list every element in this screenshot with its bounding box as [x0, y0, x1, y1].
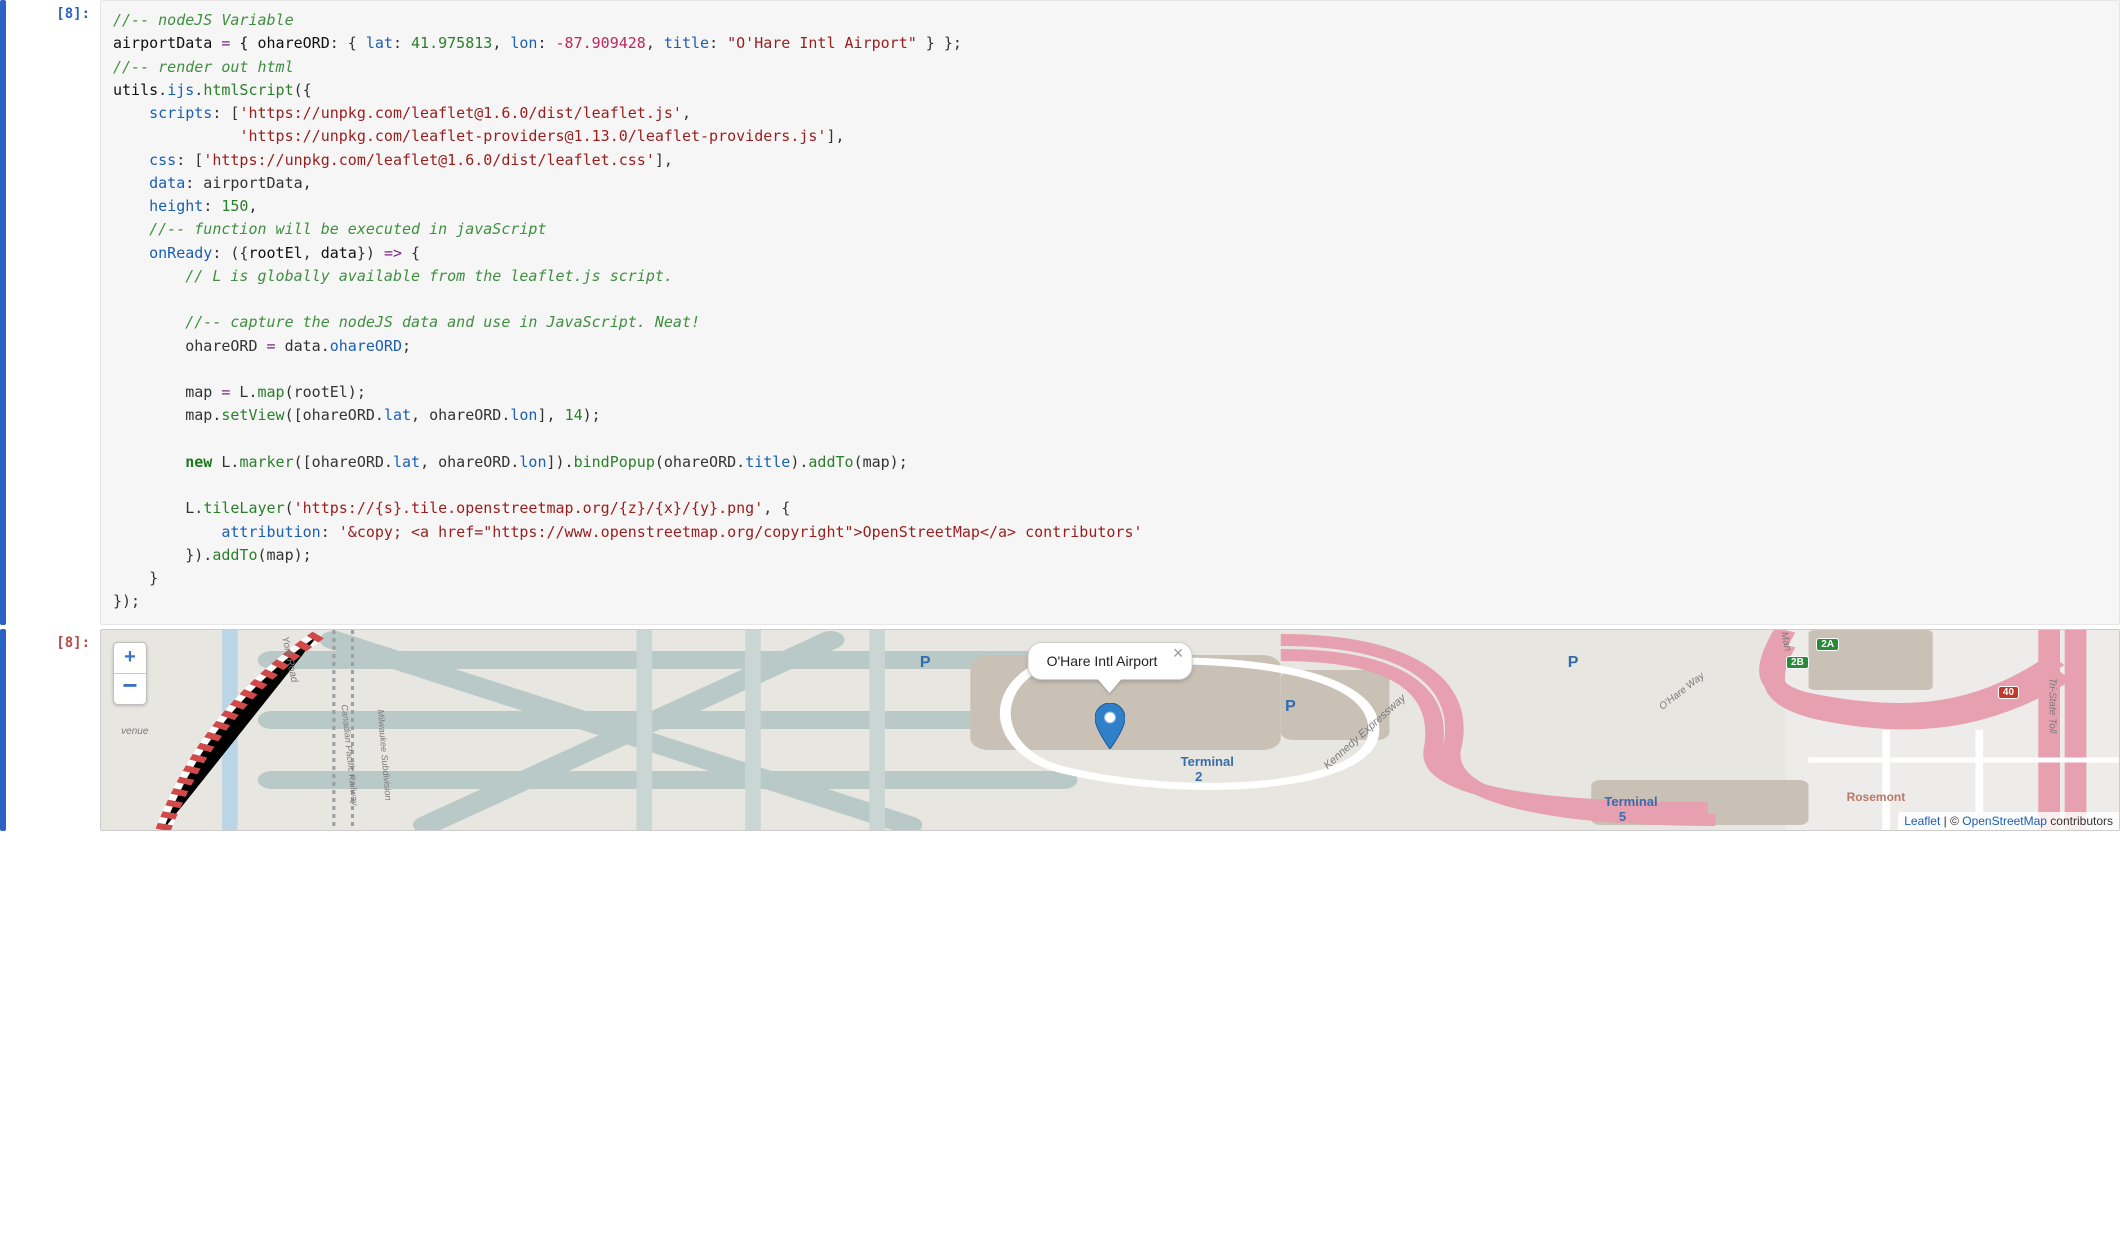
code-editor[interactable]: //-- nodeJS Variable airportData = { oha…	[100, 0, 2120, 625]
input-prompt: [8]:	[18, 0, 100, 625]
zoom-in-button[interactable]: +	[114, 643, 146, 673]
map-attribution: Leaflet | © OpenStreetMap contributors	[1898, 812, 2119, 830]
zoom-out-button[interactable]: −	[114, 673, 146, 704]
zoom-control: + −	[113, 642, 147, 705]
popup-text: O'Hare Intl Airport	[1047, 653, 1158, 669]
code-cell: [8]: //-- nodeJS Variable airportData = …	[0, 0, 2120, 625]
osm-link[interactable]: OpenStreetMap	[1962, 814, 2047, 828]
execution-indicator	[0, 629, 6, 831]
leaflet-map[interactable]: Terminal 2 Terminal 5 Kennedy Expressway…	[100, 629, 2120, 831]
leaflet-link[interactable]: Leaflet	[1904, 814, 1940, 828]
popup-close-button[interactable]: ×	[1173, 643, 1184, 664]
execution-indicator	[0, 0, 6, 625]
output-cell: [8]:	[0, 629, 2120, 831]
map-popup: O'Hare Intl Airport ×	[1028, 642, 1193, 693]
output-prompt: [8]:	[18, 629, 100, 831]
